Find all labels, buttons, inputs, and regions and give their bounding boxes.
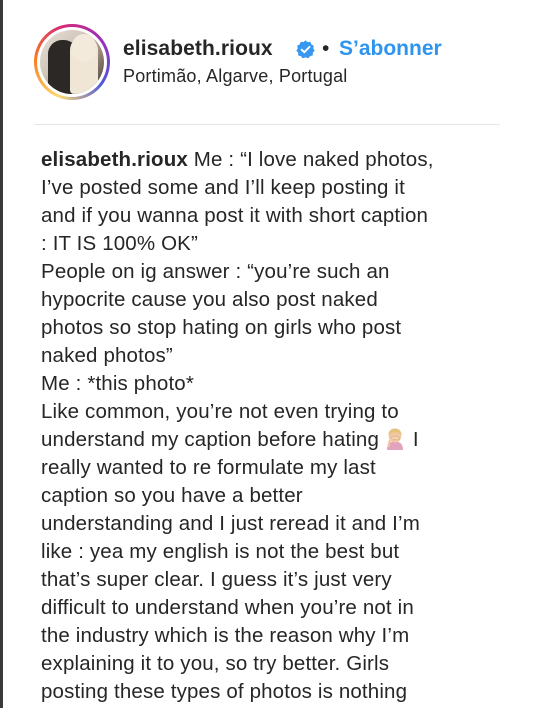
caption-line: I’ve posted some and I’ll keep posting i…	[41, 176, 405, 199]
caption-line: understand my caption before hating I	[41, 426, 511, 454]
caption-line: really wanted to re formulate my last	[41, 456, 376, 479]
avatar-photo	[40, 30, 104, 94]
caption-line: posting these types of photos is nothing	[41, 680, 408, 703]
caption-line: and if you wanna post it with short capt…	[41, 204, 429, 227]
caption-username-link[interactable]: elisabeth.rioux	[41, 148, 188, 171]
caption-line: elisabeth.rioux Me : “I love naked photo…	[41, 146, 511, 174]
separator-dot: •	[322, 37, 330, 60]
profile-avatar[interactable]	[34, 24, 110, 100]
caption-text: Me : “I love naked photos,	[187, 148, 434, 171]
caption-line: understanding and I just reread it and I…	[41, 512, 420, 535]
caption-line: Me : *this photo*	[41, 372, 194, 395]
avatar-hair	[72, 34, 96, 62]
caption-line: : IT IS 100% OK”	[41, 232, 198, 255]
verified-badge-icon	[296, 40, 315, 59]
post-caption: elisabeth.rioux Me : “I love naked photo…	[41, 146, 511, 706]
caption-line: that’s super clear. I guess it’s just ve…	[41, 568, 392, 591]
username-link[interactable]: elisabeth.rioux	[123, 37, 273, 61]
header-divider	[34, 124, 500, 125]
caption-text: understand my caption before hating	[41, 428, 380, 451]
caption-line: Like common, you’re not even trying to	[41, 400, 399, 423]
caption-line: explaining it to you, so try better. Gir…	[41, 652, 390, 675]
caption-line: naked photos”	[41, 344, 173, 367]
caption-line: People on ig answer : “you’re such an	[41, 260, 390, 283]
caption-line: caption so you have a better	[41, 484, 303, 507]
post-header: elisabeth.rioux • S’abonner Portimão, Al…	[0, 0, 536, 122]
caption-line: like : yea my english is not the best bu…	[41, 540, 400, 563]
caption-line: the industry which is the reason why I’m	[41, 624, 410, 647]
location-link[interactable]: Portimão, Algarve, Portugal	[123, 66, 348, 87]
avatar-border	[37, 27, 107, 97]
caption-text: I	[407, 428, 419, 451]
follow-button[interactable]: S’abonner	[339, 37, 442, 61]
person-facepalming-emoji-icon	[387, 428, 404, 450]
caption-line: difficult to understand when you’re not …	[41, 596, 414, 619]
caption-line: hypocrite cause you also post naked	[41, 288, 378, 311]
caption-line: photos so stop hating on girls who post	[41, 316, 402, 339]
